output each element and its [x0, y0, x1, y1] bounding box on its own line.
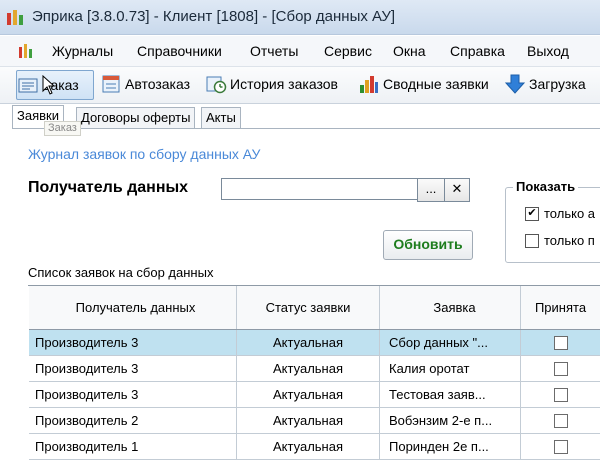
- menu-exit[interactable]: Выход: [527, 43, 569, 59]
- accepted-checkbox[interactable]: [553, 413, 568, 428]
- table-row[interactable]: Производитель 1 Актуальная Поринден 2е п…: [29, 434, 600, 460]
- summary-requests-label: Сводные заявки: [383, 76, 489, 92]
- cell-accepted: [521, 382, 600, 407]
- requests-grid: Получатель данных Статус заявки Заявка П…: [28, 285, 600, 460]
- auto-order-button[interactable]: Автозаказ: [100, 70, 190, 98]
- column-header-request[interactable]: Заявка: [380, 286, 521, 329]
- cell-status: Актуальная: [237, 382, 380, 407]
- cell-accepted: [521, 330, 600, 355]
- menu-help[interactable]: Справка: [450, 43, 505, 59]
- cell-request: Вобэнзим 2-е п...: [380, 408, 521, 433]
- cell-recipient: Производитель 2: [29, 408, 237, 433]
- column-header-accepted[interactable]: Принята: [521, 286, 600, 329]
- menu-references[interactable]: Справочники: [137, 43, 222, 59]
- history-icon: [206, 76, 227, 94]
- tab-acts[interactable]: Акты: [201, 107, 241, 128]
- show-option-1[interactable]: ✔ только а: [525, 206, 595, 221]
- cell-request: Сбор данных "...: [380, 330, 521, 355]
- cell-status: Актуальная: [237, 434, 380, 459]
- cell-accepted: [521, 356, 600, 381]
- table-row[interactable]: Производитель 2 Актуальная Вобэнзим 2-е …: [29, 408, 600, 434]
- cell-request: Калия оротат: [380, 356, 521, 381]
- title-bar: Эприка [3.8.0.73] - Клиент [1808] - [Сбо…: [0, 0, 600, 35]
- cell-status: Актуальная: [237, 408, 380, 433]
- tab-offer-contracts[interactable]: Договоры оферты: [76, 107, 196, 128]
- tooltip: Заказ: [44, 121, 81, 136]
- recipient-input[interactable]: [221, 178, 419, 200]
- auto-order-icon: [102, 75, 120, 93]
- cell-request: Поринден 2е п...: [380, 434, 521, 459]
- cursor-icon: [42, 75, 56, 95]
- show-option-1-label: только а: [544, 206, 596, 221]
- table-row[interactable]: Производитель 3 Актуальная Сбор данных "…: [29, 330, 600, 356]
- load-label: Загрузка: [529, 76, 586, 92]
- menu-journals[interactable]: Журналы: [52, 43, 113, 59]
- menu-service[interactable]: Сервис: [324, 43, 372, 59]
- bar-chart-icon: [360, 76, 378, 93]
- cell-status: Актуальная: [237, 356, 380, 381]
- accepted-checkbox[interactable]: [553, 361, 568, 376]
- journal-title: Журнал заявок по сбору данных АУ: [28, 146, 261, 162]
- summary-requests-button[interactable]: Сводные заявки: [358, 70, 489, 98]
- load-button[interactable]: Загрузка: [504, 70, 586, 98]
- tab-divider: [12, 128, 600, 129]
- accepted-checkbox[interactable]: [553, 387, 568, 402]
- cell-status: Актуальная: [237, 330, 380, 355]
- menu-reports[interactable]: Отчеты: [250, 43, 298, 59]
- cell-recipient: Производитель 3: [29, 382, 237, 407]
- cell-request: Тестовая заяв...: [380, 382, 521, 407]
- grid-header: Получатель данных Статус заявки Заявка П…: [29, 286, 600, 330]
- order-history-button[interactable]: История заказов: [205, 70, 338, 98]
- cell-recipient: Производитель 3: [29, 330, 237, 355]
- cell-recipient: Производитель 3: [29, 356, 237, 381]
- auto-order-label: Автозаказ: [125, 76, 191, 92]
- table-row[interactable]: Производитель 3 Актуальная Тестовая заяв…: [29, 382, 600, 408]
- recipient-label: Получатель данных: [28, 179, 189, 196]
- column-header-recipient[interactable]: Получатель данных: [29, 286, 237, 329]
- browse-button[interactable]: ...: [417, 178, 445, 202]
- toolbar: Заказ Автозаказ История заказов Сводные …: [0, 66, 600, 104]
- show-option-1-checkbox[interactable]: ✔: [525, 206, 539, 221]
- menu-app-icon[interactable]: [18, 43, 34, 59]
- show-option-2[interactable]: только п: [525, 233, 595, 248]
- show-group: [505, 187, 600, 263]
- menu-bar: Журналы Справочники Отчеты Сервис Окна С…: [0, 36, 600, 66]
- list-label: Список заявок на сбор данных: [28, 265, 214, 280]
- clear-button[interactable]: ✕: [444, 178, 470, 202]
- accepted-checkbox[interactable]: [553, 439, 568, 454]
- accepted-checkbox[interactable]: [553, 335, 568, 350]
- show-option-2-label: только п: [544, 233, 595, 248]
- menu-windows[interactable]: Окна: [393, 43, 426, 59]
- cell-accepted: [521, 434, 600, 459]
- show-option-2-checkbox[interactable]: [525, 233, 539, 248]
- table-row[interactable]: Производитель 3 Актуальная Калия оротат: [29, 356, 600, 382]
- order-history-label: История заказов: [230, 76, 338, 92]
- download-arrow-icon: [504, 74, 526, 94]
- window-title: Эприка [3.8.0.73] - Клиент [1808] - [Сбо…: [32, 8, 396, 25]
- order-icon: [18, 78, 38, 93]
- cell-accepted: [521, 408, 600, 433]
- cell-recipient: Производитель 1: [29, 434, 237, 459]
- app-icon: [7, 10, 23, 25]
- show-legend: Показать: [513, 179, 579, 194]
- refresh-button[interactable]: Обновить: [383, 230, 473, 260]
- column-header-status[interactable]: Статус заявки: [237, 286, 380, 329]
